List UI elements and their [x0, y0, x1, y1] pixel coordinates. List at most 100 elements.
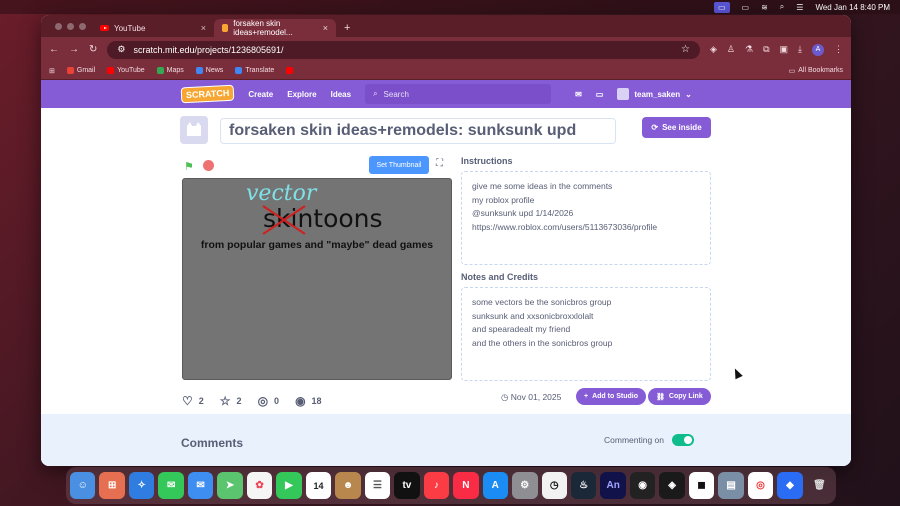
launchpad-icon[interactable]: ⊞: [99, 472, 125, 499]
roblox-icon[interactable]: ◼: [688, 472, 715, 499]
plus-icon: +: [584, 393, 589, 400]
roblox-player-icon[interactable]: ◆: [777, 472, 803, 499]
extension-icon[interactable]: ♙: [727, 44, 735, 56]
notes-label: Notes and Credits: [461, 272, 539, 282]
bookmark-maps[interactable]: Maps: [156, 67, 184, 74]
youtube-icon: [100, 25, 109, 31]
close-window-button[interactable]: [55, 22, 62, 30]
add-to-studio-label: Add to Studio: [592, 393, 638, 400]
bookmark-gmail[interactable]: Gmail: [66, 67, 95, 74]
appletv-icon[interactable]: tv: [394, 472, 420, 499]
all-bookmarks[interactable]: ▭ All Bookmarks: [789, 67, 843, 75]
my-stuff-folder-icon[interactable]: ▭: [596, 90, 604, 99]
menubar-datetime[interactable]: Wed Jan 14 8:40 PM: [815, 3, 890, 12]
site-info-icon[interactable]: ⚙: [117, 44, 125, 55]
view-count: 18: [311, 396, 322, 406]
search-input[interactable]: ⌕ Search: [365, 84, 552, 104]
system-settings-icon[interactable]: ⚙: [512, 472, 538, 499]
minimize-window-button[interactable]: [67, 22, 74, 30]
wifi-icon[interactable]: ≋: [761, 3, 768, 12]
browser-window: YouTube × forsaken skin ideas+remodel...…: [41, 15, 851, 466]
animate-icon[interactable]: An: [600, 472, 626, 499]
downloads-icon[interactable]: ⤓: [798, 44, 802, 56]
set-thumbnail-button[interactable]: Set Thumbnail: [369, 156, 429, 174]
keyboard-icon[interactable]: ▭: [713, 1, 730, 13]
music-icon[interactable]: ♪: [423, 472, 450, 499]
forward-icon[interactable]: →: [69, 44, 79, 55]
project-stage[interactable]: vector skintoons from popular games and …: [182, 178, 452, 380]
reload-icon[interactable]: ↻: [89, 44, 97, 55]
url-field[interactable]: ⚙ scratch.mit.edu/projects/1236805691/ ☆: [107, 40, 700, 59]
author-avatar[interactable]: [180, 116, 208, 144]
extensions-puzzle-icon[interactable]: ⧉: [763, 44, 769, 56]
bookmark-translate[interactable]: Translate: [235, 67, 274, 74]
zoom-window-button[interactable]: [79, 22, 86, 30]
photos-icon[interactable]: ✿: [246, 472, 273, 499]
contacts-icon[interactable]: ☻: [335, 472, 361, 499]
stop-icon[interactable]: [203, 160, 214, 171]
more-menu-icon[interactable]: ⋮: [834, 44, 843, 56]
bookmark-youtube-2[interactable]: [286, 67, 294, 74]
love-stat[interactable]: ♡ 2: [182, 394, 204, 408]
preview-icon[interactable]: ▤: [718, 472, 744, 499]
clock-icon[interactable]: ◷: [541, 472, 567, 499]
instructions-line: give me some ideas in the comments: [472, 181, 613, 191]
steam-icon[interactable]: ♨: [570, 472, 597, 499]
instructions-link[interactable]: https://www.roblox.com/users/5113673036/…: [472, 221, 700, 235]
close-tab-icon[interactable]: ×: [323, 23, 328, 33]
battery-icon[interactable]: ▭: [742, 3, 750, 12]
apps-grid-icon[interactable]: ⊞: [49, 67, 55, 75]
close-tab-icon[interactable]: ×: [201, 23, 206, 33]
mail-icon[interactable]: ✉: [187, 472, 214, 499]
profile-avatar[interactable]: A: [812, 43, 824, 56]
username: team_saken: [634, 89, 681, 99]
notes-line: and the others in the sonicbros group: [472, 337, 613, 348]
extension-icon[interactable]: ◈: [710, 44, 717, 56]
back-icon[interactable]: ←: [49, 44, 59, 55]
reminders-icon[interactable]: ☰: [364, 472, 391, 499]
new-tab-button[interactable]: +: [336, 19, 358, 37]
chevron-down-icon: ⌄: [685, 89, 692, 99]
folder-icon: ▭: [788, 67, 796, 75]
messages-icon[interactable]: ✉: [158, 472, 184, 499]
safari-icon[interactable]: ✧: [128, 472, 155, 499]
roblox-studio-icon[interactable]: ◈: [659, 472, 685, 499]
finder-icon[interactable]: ☺: [70, 472, 96, 499]
nav-create[interactable]: Create: [248, 90, 273, 99]
facetime-icon[interactable]: ▶: [276, 472, 302, 499]
bookmark-news[interactable]: News: [195, 67, 223, 74]
green-flag-icon[interactable]: ⚑: [184, 160, 194, 173]
sidepanel-icon[interactable]: ▣: [780, 44, 789, 56]
maps-icon[interactable]: ➤: [217, 472, 243, 499]
nav-ideas[interactable]: Ideas: [331, 90, 351, 99]
maps-icon: [156, 67, 164, 74]
date-text: Nov 01, 2025: [510, 392, 562, 402]
bookmark-youtube[interactable]: YouTube: [107, 67, 145, 74]
scratch-logo[interactable]: SCRATCH: [180, 84, 235, 104]
fullscreen-icon[interactable]: ⛶: [436, 158, 443, 169]
calendar-icon[interactable]: 14: [305, 472, 332, 499]
notes-line: some vectors be the sonicbros group: [472, 297, 612, 307]
favorite-stat[interactable]: ☆ 2: [220, 394, 242, 408]
add-to-studio-button[interactable]: + Add to Studio: [576, 388, 646, 405]
commenting-toggle[interactable]: [672, 434, 695, 446]
search-icon[interactable]: ⌕: [780, 2, 784, 12]
extension-icon[interactable]: ⚗: [745, 44, 753, 56]
control-center-icon[interactable]: ☰: [796, 3, 803, 12]
bookmark-star-icon[interactable]: ☆: [681, 44, 690, 55]
copy-link-button[interactable]: ⛓ Copy Link: [648, 388, 711, 405]
trash-icon[interactable]: 🗑: [807, 472, 832, 499]
nav-explore[interactable]: Explore: [287, 90, 316, 99]
tab-scratch-project[interactable]: forsaken skin ideas+remodel... ×: [214, 19, 336, 37]
appstore-icon[interactable]: A: [482, 472, 509, 499]
chrome-icon[interactable]: ◎: [747, 472, 774, 499]
obs-icon[interactable]: ◉: [629, 472, 656, 499]
see-inside-button[interactable]: ⟳ See inside: [642, 117, 711, 138]
messages-icon[interactable]: ✉: [575, 90, 582, 99]
macos-menu-bar: ▭ ▭ ≋ ⌕ ☰ Wed Jan 14 8:40 PM: [0, 0, 900, 14]
tab-youtube[interactable]: YouTube ×: [92, 19, 214, 37]
user-avatar: [617, 88, 630, 100]
news-icon[interactable]: N: [453, 472, 479, 499]
account-menu[interactable]: team_saken ⌄: [617, 88, 692, 100]
project-title[interactable]: forsaken skin ideas+remodels: sunksunk u…: [220, 118, 616, 144]
